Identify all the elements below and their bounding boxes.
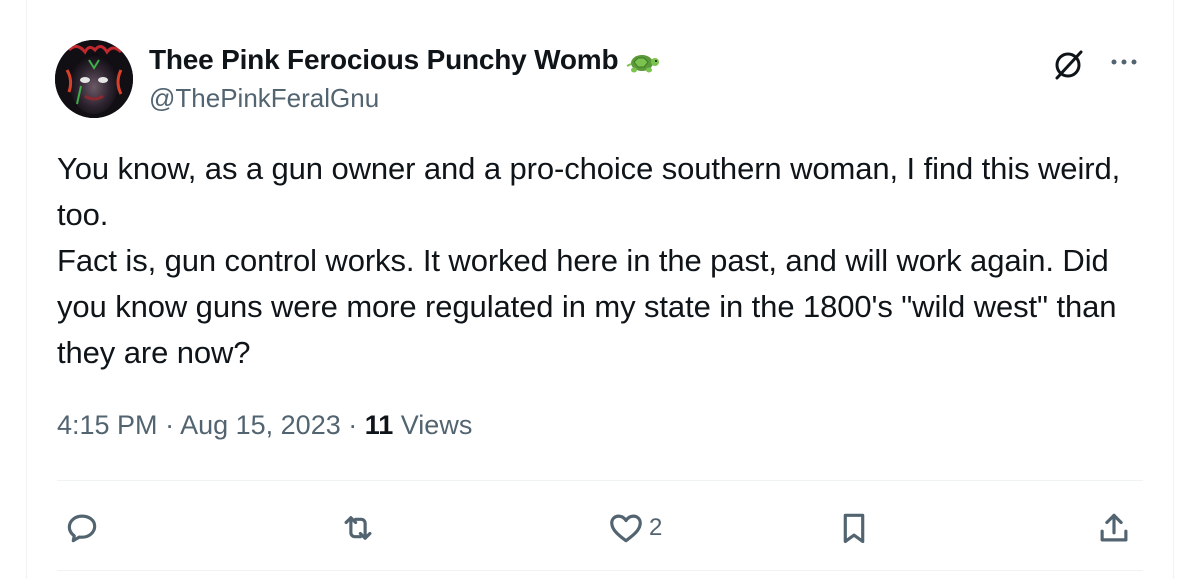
author-handle[interactable]: @ThePinkFeralGnu	[149, 83, 379, 114]
bookmark-button[interactable]	[835, 500, 873, 556]
share-icon	[1100, 513, 1128, 542]
bookmark-icon	[843, 513, 865, 544]
reply-button[interactable]	[63, 500, 101, 556]
views-count: 11	[364, 410, 394, 440]
tweet-meta: 4:15 PM · Aug 15, 2023 · 11 Views	[57, 410, 472, 441]
action-bar: 2	[27, 500, 1173, 556]
turtle-icon	[626, 50, 660, 76]
tweet-text-line: You know, as a gun owner and a pro-choic…	[57, 151, 1129, 232]
avatar[interactable]	[55, 40, 133, 118]
grok-icon[interactable]	[1051, 46, 1087, 82]
heart-icon	[610, 514, 642, 543]
more-options-icon[interactable]	[1108, 50, 1140, 74]
divider	[57, 480, 1143, 481]
author-display-name[interactable]: Thee Pink Ferocious Punchy Womb	[149, 44, 619, 76]
tweet-text-line: Fact is, gun control works. It worked he…	[57, 243, 1125, 370]
tweet-card: Thee Pink Ferocious Punchy Womb @ThePink…	[26, 0, 1174, 579]
meta-separator: ·	[157, 410, 181, 440]
repost-icon	[344, 516, 372, 540]
share-button[interactable]	[1095, 500, 1133, 556]
author-name-row: Thee Pink Ferocious Punchy Womb	[149, 44, 660, 76]
like-button[interactable]: 2	[607, 500, 662, 556]
tweet-time[interactable]: 4:15 PM	[57, 410, 158, 440]
meta-separator: ·	[340, 410, 365, 440]
repost-button[interactable]	[339, 500, 377, 556]
avatar-image	[55, 40, 133, 118]
divider	[57, 570, 1143, 571]
reply-icon	[67, 514, 97, 543]
views-label: Views	[393, 410, 473, 440]
tweet-text: You know, as a gun owner and a pro-choic…	[57, 146, 1157, 376]
tweet-date[interactable]: Aug 15, 2023	[180, 410, 341, 440]
like-count: 2	[649, 514, 663, 541]
